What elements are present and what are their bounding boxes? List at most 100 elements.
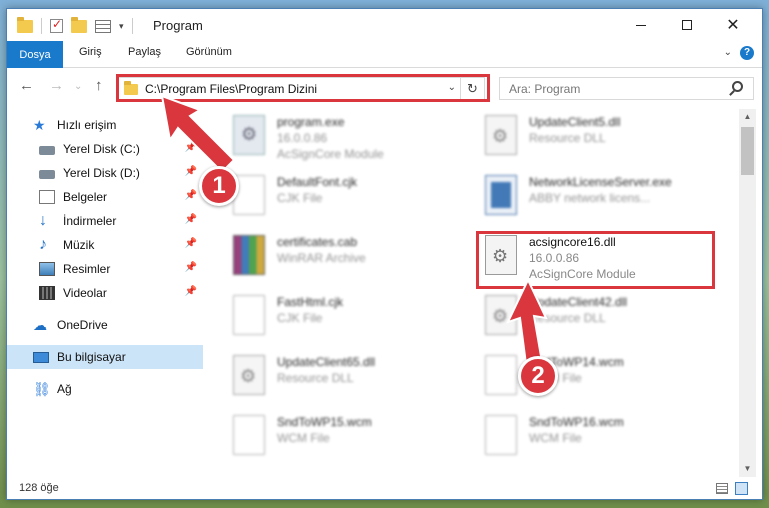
toolbar-separator <box>131 18 133 34</box>
sidebar-item-label: Müzik <box>63 238 95 252</box>
file-item[interactable]: DefaultFont.cjk CJK File <box>225 173 475 225</box>
blank-file-icon <box>485 415 517 455</box>
download-icon: ↓ <box>39 212 47 229</box>
window-title: Program <box>153 18 203 33</box>
search-placeholder: Ara: Program <box>509 82 581 96</box>
minimize-button[interactable] <box>618 9 664 41</box>
properties-check-icon[interactable] <box>50 17 63 33</box>
vertical-scrollbar[interactable]: ▲ ▼ <box>739 109 756 477</box>
sidebar-item-downloads[interactable]: ↓ İndirmeler 📌 <box>7 209 203 233</box>
recent-locations-chevron-icon[interactable]: ⌄ <box>74 81 82 92</box>
dll-file-icon <box>233 355 265 395</box>
sidebar-item-quick-access[interactable]: ★ Hızlı erişim <box>7 113 203 137</box>
file-item[interactable]: UpdateClient65.dll Resource DLL <box>225 353 475 405</box>
file-name: certificates.cab <box>277 235 358 249</box>
quick-access-toolbar: ▾ <box>17 16 133 34</box>
blank-file-icon <box>233 295 265 335</box>
sidebar-item-pictures[interactable]: Resimler 📌 <box>7 257 203 281</box>
file-name: UpdateClient42.dll <box>529 295 628 309</box>
sidebar-item-label: Videolar <box>63 286 107 300</box>
file-type: CJK File <box>277 311 323 325</box>
sidebar-item-videos[interactable]: Videolar 📌 <box>7 281 203 305</box>
search-icon[interactable] <box>732 81 743 92</box>
details-view-icon[interactable] <box>716 483 728 494</box>
search-input[interactable]: Ara: Program <box>499 77 754 100</box>
file-name: NetworkLicenseServer.exe <box>529 175 672 189</box>
file-item[interactable]: UpdateClient5.dll Resource DLL <box>477 113 727 165</box>
pin-icon[interactable]: 📌 <box>185 190 197 201</box>
pin-icon[interactable]: 📌 <box>185 238 197 249</box>
file-item[interactable]: NetworkLicenseServer.exe ABBY network li… <box>477 173 727 225</box>
close-button[interactable]: ✕ <box>710 9 756 41</box>
up-arrow-icon[interactable]: ↑ <box>95 77 103 94</box>
new-folder-icon[interactable] <box>71 16 87 33</box>
properties-icon[interactable] <box>95 19 111 33</box>
customize-toolbar-chevron-icon[interactable]: ▾ <box>119 21 124 32</box>
maximize-button[interactable] <box>664 9 710 41</box>
back-arrow-icon[interactable]: ← <box>19 77 34 94</box>
sidebar-item-onedrive[interactable]: ☁ OneDrive <box>7 313 203 337</box>
file-item[interactable]: FastHtml.cjk CJK File <box>225 293 475 345</box>
navigation-pane: ★ Hızlı erişim Yerel Disk (C:) 📌 Yerel D… <box>7 109 203 477</box>
file-type: Resource DLL <box>529 311 606 325</box>
file-item[interactable]: SndToWP15.wcm WCM File <box>225 413 475 465</box>
file-list: program.exe 16.0.0.86 AcSignCore Module … <box>203 109 739 477</box>
sidebar-item-label: Yerel Disk (C:) <box>63 142 140 156</box>
explorer-window: ▾ Program ✕ Dosya Giriş Paylaş Görünüm ⌄… <box>6 8 763 500</box>
large-icons-view-icon[interactable] <box>735 482 748 495</box>
sidebar-item-label: Ağ <box>57 382 72 396</box>
sidebar-item-local-disk-d[interactable]: Yerel Disk (D:) 📌 <box>7 161 203 185</box>
exe-file-icon <box>485 175 517 215</box>
tab-view[interactable]: Görünüm <box>186 46 232 58</box>
tab-share[interactable]: Paylaş <box>128 46 161 58</box>
file-type: CJK File <box>277 191 323 205</box>
ribbon-expand-chevron-icon[interactable]: ⌄ <box>724 47 732 58</box>
file-item[interactable]: UpdateClient42.dll Resource DLL <box>477 293 727 345</box>
sidebar-item-label: OneDrive <box>57 318 108 332</box>
cloud-icon: ☁ <box>33 317 47 333</box>
pin-icon[interactable]: 📌 <box>185 286 197 297</box>
dll-file-icon <box>485 115 517 155</box>
file-highlight-box <box>476 231 715 289</box>
ribbon-tabs: Dosya Giriş Paylaş Görünüm ⌄ ? <box>7 41 762 68</box>
file-item[interactable]: SndToWP14.wcm WCM File <box>477 353 727 405</box>
sidebar-item-network[interactable]: ⛓ Ağ <box>7 377 203 401</box>
file-item[interactable]: SndToWP16.wcm WCM File <box>477 413 727 465</box>
file-name: SndToWP16.wcm <box>529 415 624 429</box>
file-name: DefaultFont.cjk <box>277 175 358 189</box>
pin-icon[interactable]: 📌 <box>185 262 197 273</box>
pin-icon[interactable]: 📌 <box>185 214 197 225</box>
exe-file-icon <box>233 115 265 155</box>
drive-icon <box>39 170 55 179</box>
tab-home[interactable]: Giriş <box>79 46 102 58</box>
archive-file-icon <box>233 235 265 275</box>
picture-icon <box>39 262 55 276</box>
file-item[interactable]: program.exe 16.0.0.86 AcSignCore Module <box>225 113 475 165</box>
forward-arrow-icon[interactable]: → <box>49 77 64 94</box>
scroll-down-arrow-icon[interactable]: ▼ <box>739 461 756 477</box>
sidebar-item-local-disk-c[interactable]: Yerel Disk (C:) 📌 <box>7 137 203 161</box>
music-icon: ♪ <box>39 236 47 253</box>
sidebar-item-documents[interactable]: Belgeler 📌 <box>7 185 203 209</box>
file-type: Resource DLL <box>529 131 606 145</box>
sidebar-item-music[interactable]: ♪ Müzik 📌 <box>7 233 203 257</box>
tab-file[interactable]: Dosya <box>7 41 63 68</box>
blank-file-icon <box>485 355 517 395</box>
pin-icon[interactable]: 📌 <box>185 142 197 153</box>
toolbar-separator <box>41 18 42 34</box>
file-type: ABBY network licens... <box>529 191 651 205</box>
address-highlight-box <box>116 74 490 102</box>
help-icon[interactable]: ? <box>740 46 754 60</box>
scroll-thumb[interactable] <box>741 127 754 175</box>
file-version: 16.0.0.86 <box>277 131 328 145</box>
scroll-up-arrow-icon[interactable]: ▲ <box>739 109 756 125</box>
drive-icon <box>39 146 55 155</box>
file-name: FastHtml.cjk <box>277 295 343 309</box>
sidebar-item-label: İndirmeler <box>63 214 117 228</box>
video-icon <box>39 286 55 300</box>
file-type: WinRAR Archive <box>277 251 366 265</box>
file-item[interactable]: certificates.cab WinRAR Archive <box>225 233 475 285</box>
sidebar-item-this-pc[interactable]: Bu bilgisayar <box>7 345 203 369</box>
file-type: WCM File <box>529 431 582 445</box>
pin-icon[interactable]: 📌 <box>185 166 197 177</box>
